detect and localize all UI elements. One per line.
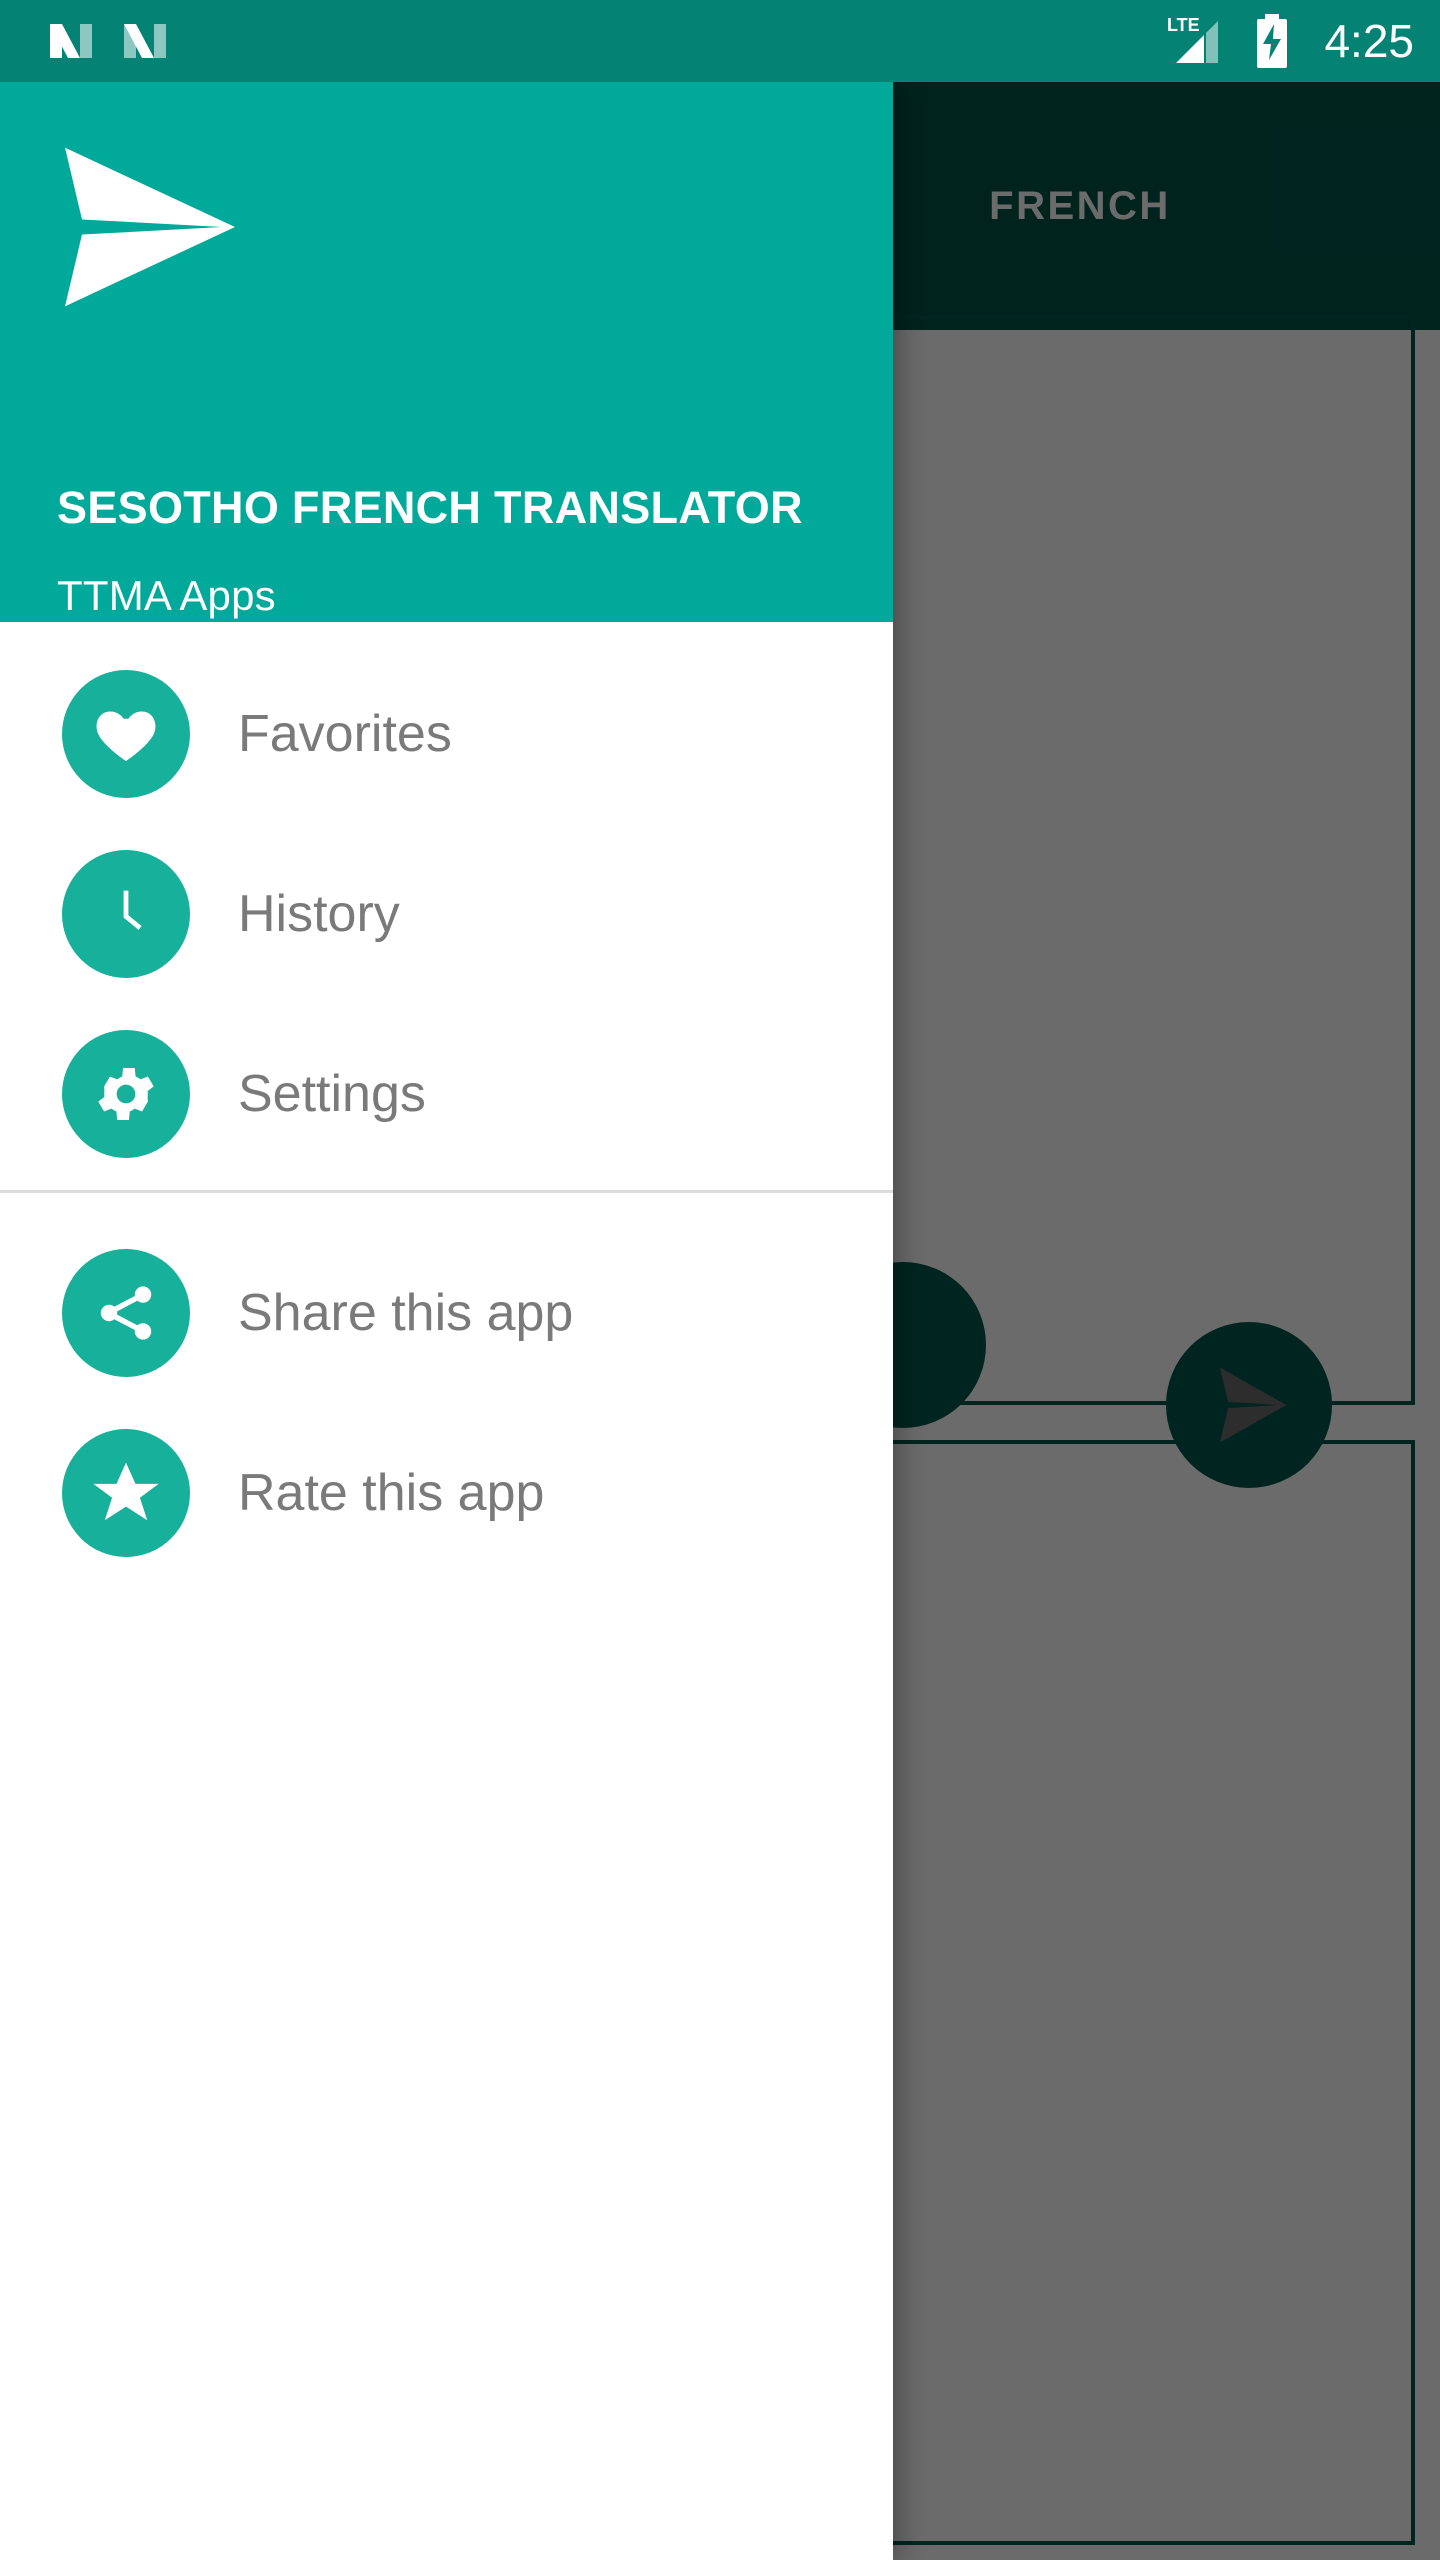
navigation-drawer[interactable]: SESOTHO FRENCH TRANSLATOR TTMA Apps Favo…: [0, 82, 893, 2560]
star-icon: [62, 1429, 190, 1557]
share-nodes-icon: [62, 1249, 190, 1377]
clock-icon: [62, 850, 190, 978]
android-n-icon: [50, 24, 92, 58]
menu-item-settings[interactable]: Settings: [0, 1004, 893, 1184]
paper-plane-send-icon: [65, 147, 235, 307]
menu-item-label: Settings: [238, 1065, 426, 1123]
status-bar-clock: 4:25: [1324, 15, 1414, 67]
status-bar-system-icons: LTE 4:25: [1166, 12, 1414, 70]
heart-icon: [62, 670, 190, 798]
menu-item-label: Favorites: [238, 705, 452, 763]
battery-charging-icon: [1257, 14, 1288, 68]
app-title: SESOTHO FRENCH TRANSLATOR: [57, 482, 803, 533]
menu-item-share-app[interactable]: Share this app: [0, 1223, 893, 1403]
gear-icon: [62, 1030, 190, 1158]
status-bar: LTE 4:25: [0, 0, 1440, 82]
status-bar-notifications: [48, 16, 168, 66]
svg-text:LTE: LTE: [1167, 15, 1200, 35]
menu-item-rate-app[interactable]: Rate this app: [0, 1403, 893, 1583]
menu-item-label: History: [238, 885, 400, 943]
drawer-menu-primary: Favorites History Settings: [0, 622, 893, 1184]
drawer-menu-secondary: Share this app Rate this app: [0, 1193, 893, 1583]
menu-item-label: Rate this app: [238, 1464, 545, 1522]
menu-item-label: Share this app: [238, 1284, 574, 1342]
app-publisher: TTMA Apps: [57, 572, 276, 619]
menu-item-favorites[interactable]: Favorites: [0, 644, 893, 824]
menu-item-history[interactable]: History: [0, 824, 893, 1004]
android-n-icon: [124, 24, 166, 58]
signal-bars-icon: LTE: [1167, 15, 1219, 63]
drawer-header: SESOTHO FRENCH TRANSLATOR TTMA Apps: [0, 82, 893, 622]
